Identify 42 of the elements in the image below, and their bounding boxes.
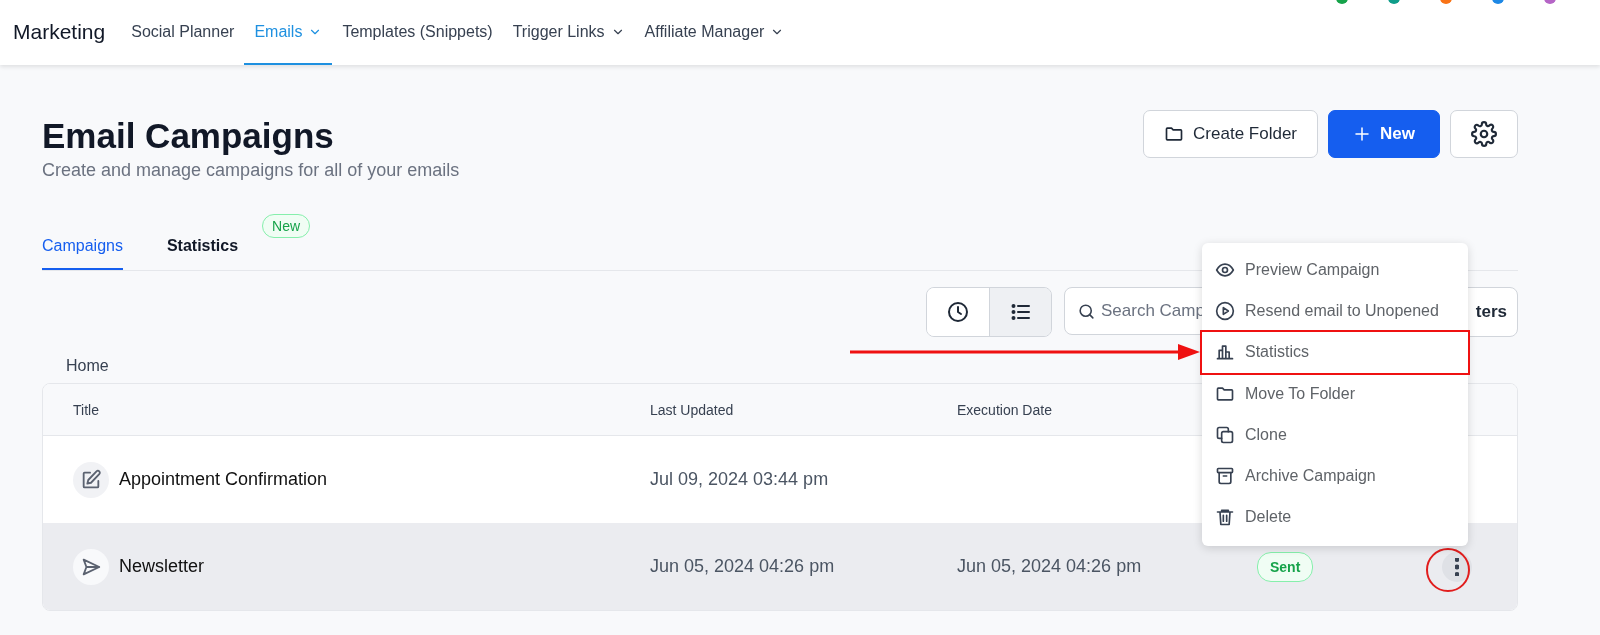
nav-tab[interactable]: Social Planner — [121, 0, 245, 65]
new-badge: New — [262, 214, 311, 238]
list-view-button[interactable] — [989, 288, 1051, 336]
column-header: Last Updated — [650, 401, 735, 418]
tab[interactable]: Campaigns — [42, 237, 123, 270]
campaign-title[interactable]: Newsletter — [119, 556, 205, 577]
page-subtitle: Create and manage campaigns for all of your emails — [42, 160, 460, 181]
last-updated-cell-text: Jul 09, 2024 03:44 pm — [650, 469, 830, 490]
nav-tab[interactable]: Templates (Snippets) — [332, 0, 503, 65]
play-circle-icon — [1215, 300, 1235, 321]
bar-chart-icon — [1215, 342, 1235, 363]
folder-icon — [1164, 124, 1185, 144]
last-updated-cell-text: Jun 05, 2024 04:26 pm — [650, 556, 836, 577]
table-row[interactable]: Newsletter Jun 05, 2024 04:26 pm Jun 05, 2024 04:26 pm Sent — [43, 523, 1517, 610]
menu-item[interactable]: Move To Folder — [1202, 372, 1468, 415]
menu-item[interactable]: Preview Campaign — [1202, 249, 1468, 291]
create-folder-button[interactable]: Create Folder — [1143, 110, 1319, 158]
more-icon — [1455, 557, 1459, 576]
settings-icon — [1471, 121, 1497, 147]
page-title: Email Campaigns — [42, 116, 335, 156]
column-header: Execution Date — [957, 401, 1053, 418]
column-header: Title — [72, 401, 100, 418]
tab[interactable]: Statistics — [166, 237, 239, 270]
app-title: Marketing — [13, 19, 106, 44]
archive-icon — [1215, 466, 1235, 487]
menu-item[interactable]: Archive Campaign — [1202, 455, 1468, 497]
menu-item[interactable]: Resend email to Unopened — [1202, 290, 1468, 332]
nav-tab[interactable]: Trigger Links — [502, 0, 635, 65]
pencil-square-icon — [80, 468, 102, 491]
campaign-title[interactable]: Appointment Confirmation — [119, 469, 328, 490]
execution-date-cell-text: Jun 05, 2024 04:26 pm — [957, 556, 1143, 577]
clock-view-button[interactable] — [927, 288, 989, 336]
more-button[interactable] — [1442, 551, 1472, 582]
status-badge: Sent — [1257, 551, 1314, 582]
settings-button[interactable] — [1450, 110, 1518, 158]
new-button[interactable]: New — [1328, 110, 1440, 158]
copy-icon — [1215, 424, 1235, 445]
trash-icon — [1215, 507, 1235, 528]
nav-tab[interactable]: Affiliate Manager — [634, 0, 795, 65]
clock-icon — [946, 300, 970, 324]
plus-icon — [1353, 125, 1372, 143]
search-icon — [1077, 302, 1096, 321]
